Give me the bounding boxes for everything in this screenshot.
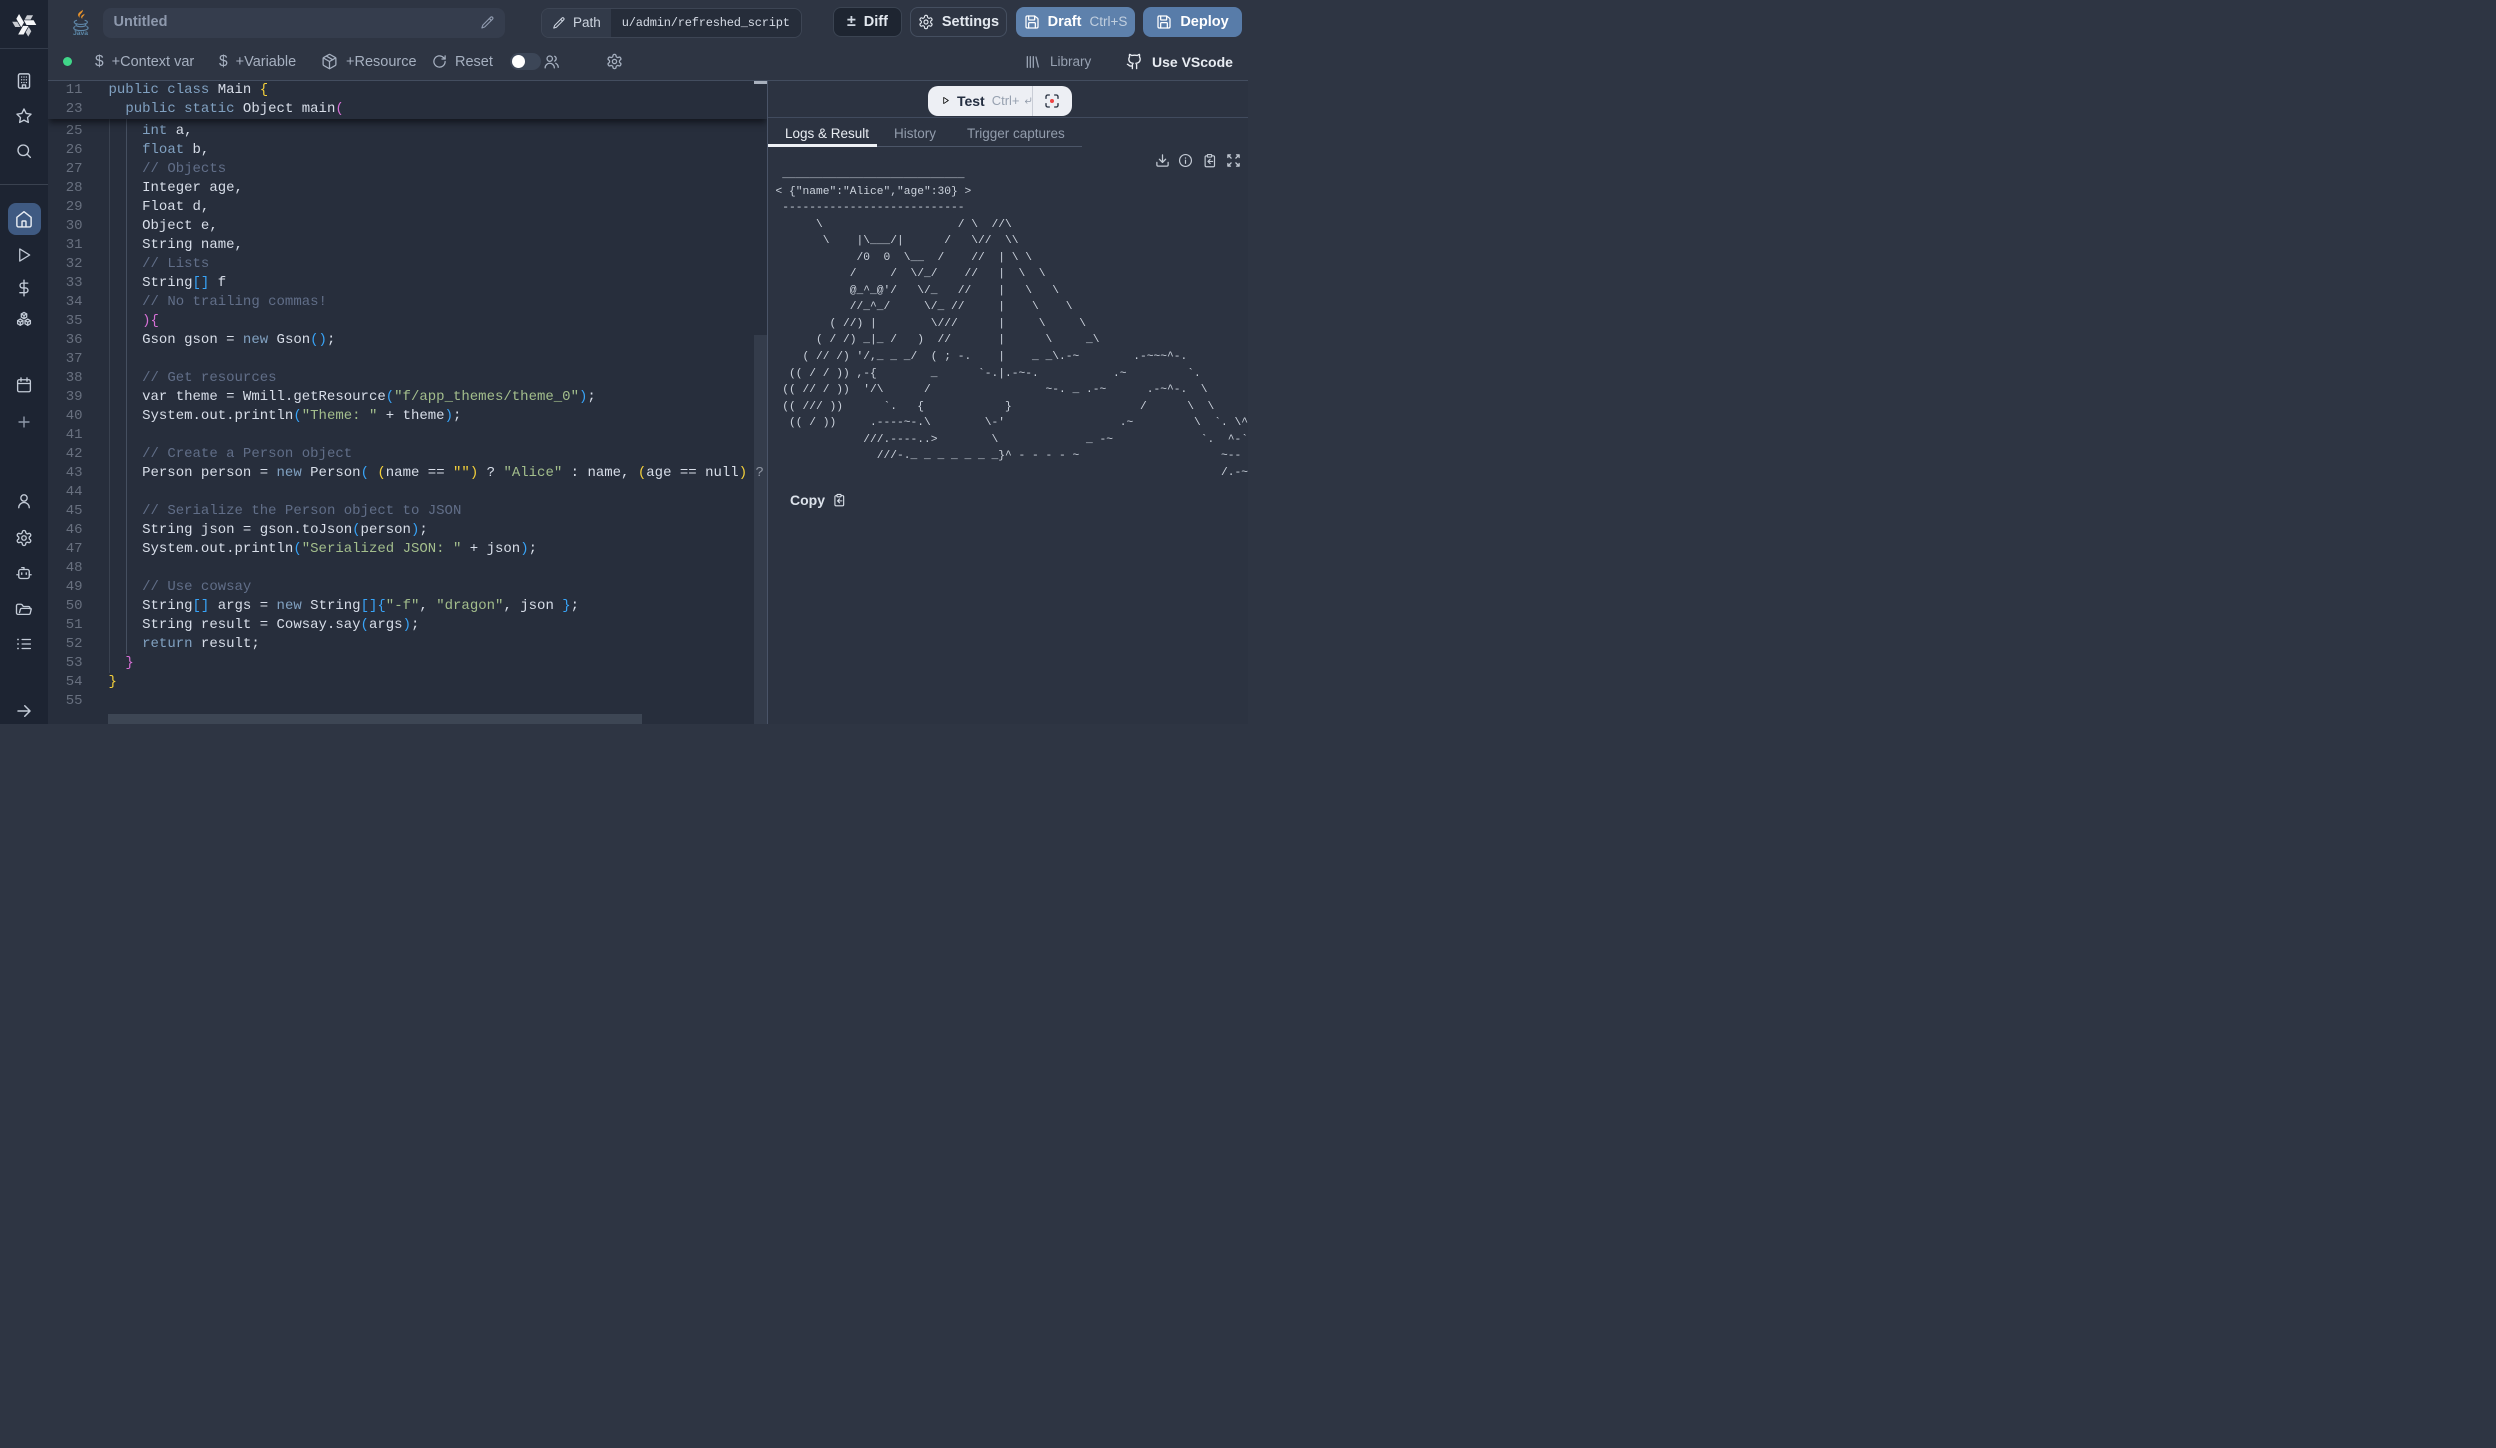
svg-text:Java: Java — [73, 30, 88, 36]
